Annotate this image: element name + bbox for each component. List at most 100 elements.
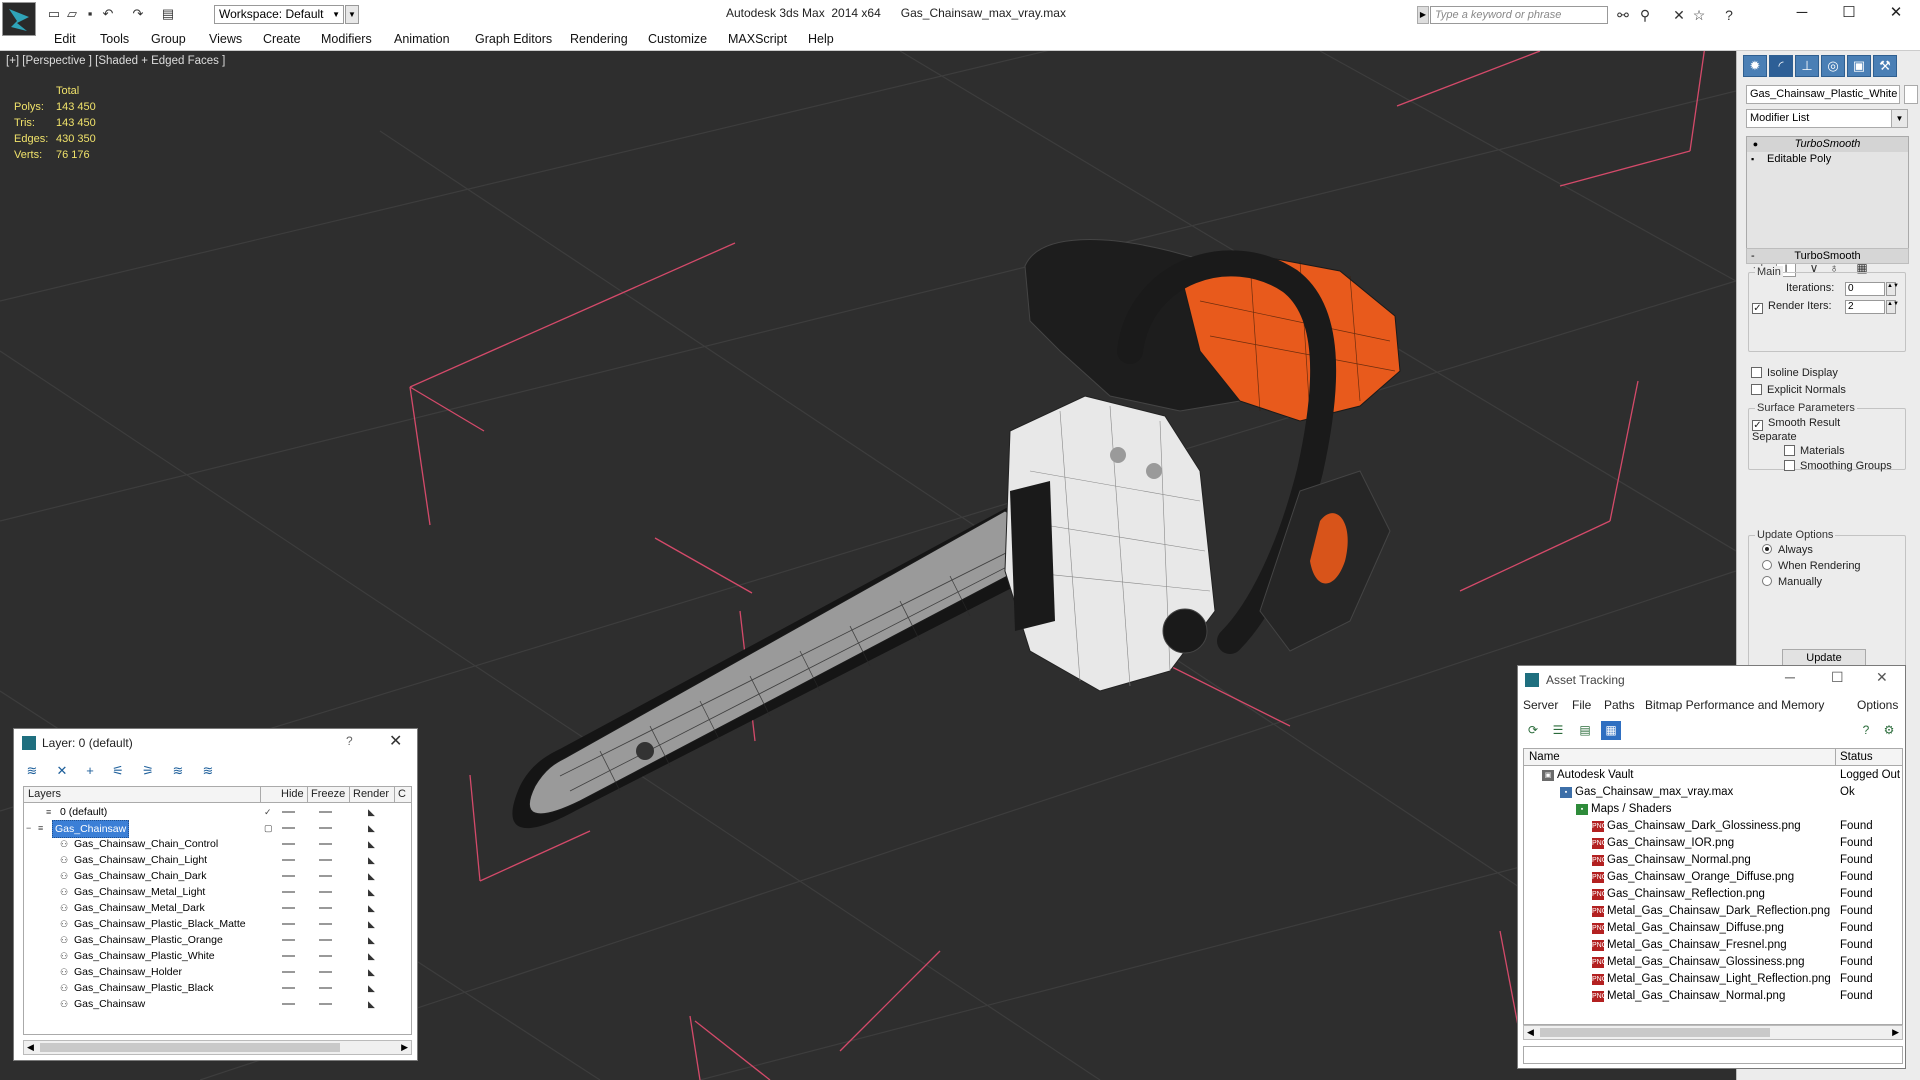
maximize-button[interactable]: ☐ bbox=[1831, 669, 1844, 686]
column-hide[interactable]: Hide bbox=[281, 788, 304, 800]
layer-row[interactable]: ⚇ Gas_Chainsaw_Chain_Control ◣ bbox=[24, 836, 411, 852]
app-logo[interactable] bbox=[2, 2, 36, 36]
asset-row[interactable]: ▪ Maps / Shaders bbox=[1524, 801, 1902, 818]
layer-row[interactable]: ⚇ Gas_Chainsaw_Chain_Dark ◣ bbox=[24, 868, 411, 884]
freeze-toggle[interactable] bbox=[319, 1003, 332, 1005]
open-file-icon[interactable]: ▱ bbox=[64, 6, 80, 22]
lightbulb-icon[interactable]: ● bbox=[1751, 139, 1760, 149]
menu-group[interactable]: Group bbox=[151, 32, 186, 46]
explicit-normals-checkbox[interactable] bbox=[1751, 384, 1762, 395]
add-to-layer-icon[interactable]: + bbox=[80, 762, 100, 780]
hide-toggle[interactable] bbox=[282, 971, 295, 973]
layer-row[interactable]: ⚇ Gas_Chainsaw_Plastic_Black_Matte ◣ bbox=[24, 916, 411, 932]
expand-plus-icon[interactable]: ▪ bbox=[1751, 154, 1760, 164]
render-teapot-icon[interactable]: ◣ bbox=[368, 904, 378, 913]
stack-item-turbosmooth[interactable]: ● TurboSmooth bbox=[1747, 137, 1908, 152]
asset-row[interactable]: PNG Metal_Gas_Chainsaw_Normal.png Found bbox=[1524, 988, 1902, 1005]
scroll-thumb[interactable] bbox=[40, 1043, 340, 1052]
freeze-toggle[interactable] bbox=[319, 971, 332, 973]
menu-create[interactable]: Create bbox=[263, 32, 301, 46]
asset-row[interactable]: PNG Gas_Chainsaw_Reflection.png Found bbox=[1524, 886, 1902, 903]
hide-toggle[interactable] bbox=[282, 811, 295, 813]
menu-paths[interactable]: Paths bbox=[1604, 698, 1635, 712]
vault-status-icon[interactable]: ⚙ bbox=[1879, 721, 1899, 740]
object-name-field[interactable]: Gas_Chainsaw_Plastic_White bbox=[1746, 85, 1900, 104]
set-active-layer-icon[interactable]: ▢ bbox=[264, 823, 274, 833]
menu-graph-editors[interactable]: Graph Editors bbox=[475, 32, 552, 46]
binoculars-icon[interactable]: ⚯ bbox=[1614, 7, 1632, 23]
render-iters-checkbox[interactable]: ✓ bbox=[1752, 303, 1763, 314]
render-teapot-icon[interactable]: ◣ bbox=[368, 952, 378, 961]
asset-row[interactable]: PNG Gas_Chainsaw_IOR.png Found bbox=[1524, 835, 1902, 852]
hide-toggle[interactable] bbox=[282, 827, 295, 829]
always-radio[interactable] bbox=[1762, 544, 1772, 554]
hide-toggle[interactable] bbox=[282, 859, 295, 861]
smooth-result-checkbox[interactable]: ✓ bbox=[1752, 420, 1763, 431]
hide-toggle[interactable] bbox=[282, 923, 295, 925]
hide-toggle[interactable] bbox=[282, 1003, 295, 1005]
hide-toggle[interactable] bbox=[282, 891, 295, 893]
render-iters-spinner[interactable]: 2 bbox=[1845, 300, 1885, 314]
asset-row[interactable]: PNG Metal_Gas_Chainsaw_Diffuse.png Found bbox=[1524, 920, 1902, 937]
render-teapot-icon[interactable]: ◣ bbox=[368, 856, 378, 865]
layer-row[interactable]: ⚇ Gas_Chainsaw_Chain_Light ◣ bbox=[24, 852, 411, 868]
list-view-icon[interactable]: ☰ bbox=[1548, 721, 1568, 740]
hide-toggle[interactable] bbox=[282, 939, 295, 941]
modifier-list-dropdown[interactable]: Modifier List ▼ bbox=[1746, 109, 1908, 128]
render-teapot-icon[interactable]: ◣ bbox=[368, 888, 378, 897]
materials-checkbox[interactable] bbox=[1784, 445, 1795, 456]
asset-row[interactable]: PNG Gas_Chainsaw_Orange_Diffuse.png Found bbox=[1524, 869, 1902, 886]
minimize-button[interactable]: ─ bbox=[1779, 2, 1825, 24]
menu-tools[interactable]: Tools bbox=[100, 32, 129, 46]
minimize-button[interactable]: ─ bbox=[1785, 669, 1795, 685]
workspace-dropdown[interactable]: Workspace: Default ▼ bbox=[214, 5, 344, 24]
freeze-toggle[interactable] bbox=[319, 827, 332, 829]
hide-toggle[interactable] bbox=[282, 843, 295, 845]
asset-row[interactable]: PNG Metal_Gas_Chainsaw_Glossiness.png Foun… bbox=[1524, 954, 1902, 971]
close-button[interactable]: ✕ bbox=[389, 731, 402, 751]
close-button[interactable]: ✕ bbox=[1873, 2, 1919, 24]
delete-layer-icon[interactable]: ✕ bbox=[52, 762, 72, 780]
layer-row[interactable]: ⚇ Gas_Chainsaw_Metal_Light ◣ bbox=[24, 884, 411, 900]
hide-toggle[interactable] bbox=[282, 987, 295, 989]
spinner-arrows-icon[interactable]: ▲▼ bbox=[1886, 300, 1899, 314]
tab-hierarchy[interactable]: ⊥ bbox=[1795, 55, 1819, 77]
layer-row[interactable]: ⚇ Gas_Chainsaw_Plastic_White ◣ bbox=[24, 948, 411, 964]
layer-row[interactable]: ⚇ Gas_Chainsaw_Plastic_Orange ◣ bbox=[24, 932, 411, 948]
freeze-toggle[interactable] bbox=[319, 875, 332, 877]
refresh-icon[interactable]: ⟳ bbox=[1523, 721, 1543, 740]
asset-row[interactable]: PNG Metal_Gas_Chainsaw_Fresnel.png Found bbox=[1524, 937, 1902, 954]
menu-modifiers[interactable]: Modifiers bbox=[321, 32, 372, 46]
redo-icon[interactable]: ↷ bbox=[130, 6, 146, 22]
freeze-all-icon[interactable]: ≋ bbox=[198, 762, 218, 780]
tab-display[interactable]: ▣ bbox=[1847, 55, 1871, 77]
menu-animation[interactable]: Animation bbox=[394, 32, 450, 46]
column-freeze[interactable]: Freeze bbox=[311, 788, 345, 800]
close-button[interactable]: ✕ bbox=[1876, 669, 1888, 686]
project-folder-icon[interactable]: ▤ bbox=[160, 6, 176, 22]
viewport-label[interactable]: [+] [Perspective ] [Shaded + Edged Faces… bbox=[6, 55, 225, 67]
when-rendering-radio[interactable] bbox=[1762, 560, 1772, 570]
select-objects-icon[interactable]: ⚟ bbox=[108, 762, 128, 780]
column-layers[interactable]: Layers bbox=[28, 788, 61, 800]
column-render[interactable]: Render bbox=[353, 788, 389, 800]
asset-row[interactable]: ▣ Autodesk Vault Logged Out bbox=[1524, 767, 1902, 784]
render-teapot-icon[interactable]: ◣ bbox=[368, 824, 378, 833]
menu-file[interactable]: File bbox=[1572, 698, 1591, 712]
freeze-toggle[interactable] bbox=[319, 811, 332, 813]
asset-path-field[interactable] bbox=[1523, 1046, 1903, 1064]
active-layer-check-icon[interactable]: ✓ bbox=[264, 807, 274, 817]
save-icon[interactable]: ▪ bbox=[82, 6, 98, 22]
layer-row[interactable]: ≡ 0 (default) ✓ ◣ bbox=[24, 804, 411, 820]
render-teapot-icon[interactable]: ◣ bbox=[368, 968, 378, 977]
layer-row[interactable]: ⚇ Gas_Chainsaw ◣ bbox=[24, 996, 411, 1012]
freeze-toggle[interactable] bbox=[319, 987, 332, 989]
isoline-checkbox[interactable] bbox=[1751, 367, 1762, 378]
freeze-toggle[interactable] bbox=[319, 955, 332, 957]
render-teapot-icon[interactable]: ◣ bbox=[368, 1000, 378, 1009]
tab-modify[interactable]: ◜ bbox=[1769, 55, 1793, 77]
undo-icon[interactable]: ↶ bbox=[100, 6, 116, 22]
menu-maxscript[interactable]: MAXScript bbox=[728, 32, 787, 46]
column-color[interactable]: C bbox=[398, 788, 406, 800]
help-button[interactable]: ? bbox=[346, 734, 353, 748]
